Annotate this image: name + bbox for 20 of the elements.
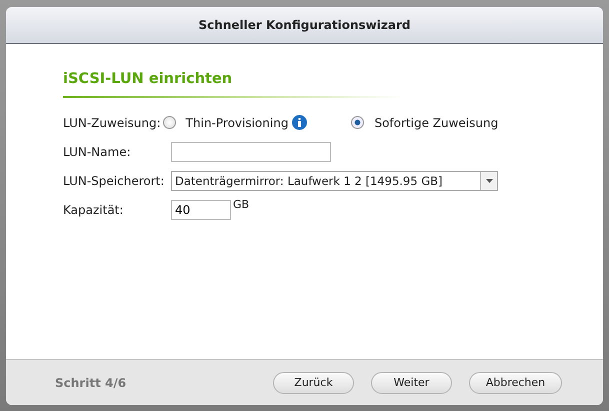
info-icon[interactable] xyxy=(292,115,308,130)
step-indicator: Schritt 4/6 xyxy=(55,376,128,390)
wizard-button[interactable]: Abbrechen xyxy=(469,372,562,394)
field-label: Kapazität: xyxy=(63,202,124,216)
radio-button[interactable] xyxy=(351,116,364,129)
input-field[interactable] xyxy=(171,142,331,162)
radio-label: Thin-Provisioning xyxy=(186,116,288,130)
field-label: LUN-Zuweisung: xyxy=(63,116,161,130)
input-field[interactable]: 40 xyxy=(171,200,231,220)
caret-icon xyxy=(480,172,497,190)
unit-label: GB xyxy=(233,198,250,211)
field-label: LUN-Name: xyxy=(63,144,132,158)
wizard-button[interactable]: Zurück xyxy=(273,372,354,394)
window-title: Schneller Konfigurationswizard xyxy=(198,18,410,32)
section-title: iSCSI-LUN einrichten xyxy=(63,71,234,87)
wizard-button[interactable]: Weiter xyxy=(371,372,452,394)
radio-label: Sofortige Zuweisung xyxy=(374,116,498,130)
field-label: LUN-Speicherort: xyxy=(63,174,166,188)
radio-button[interactable] xyxy=(162,116,176,129)
dropdown[interactable]: Datenträgermirror: Laufwerk 1 2 [1495.95 GB] xyxy=(171,170,498,190)
